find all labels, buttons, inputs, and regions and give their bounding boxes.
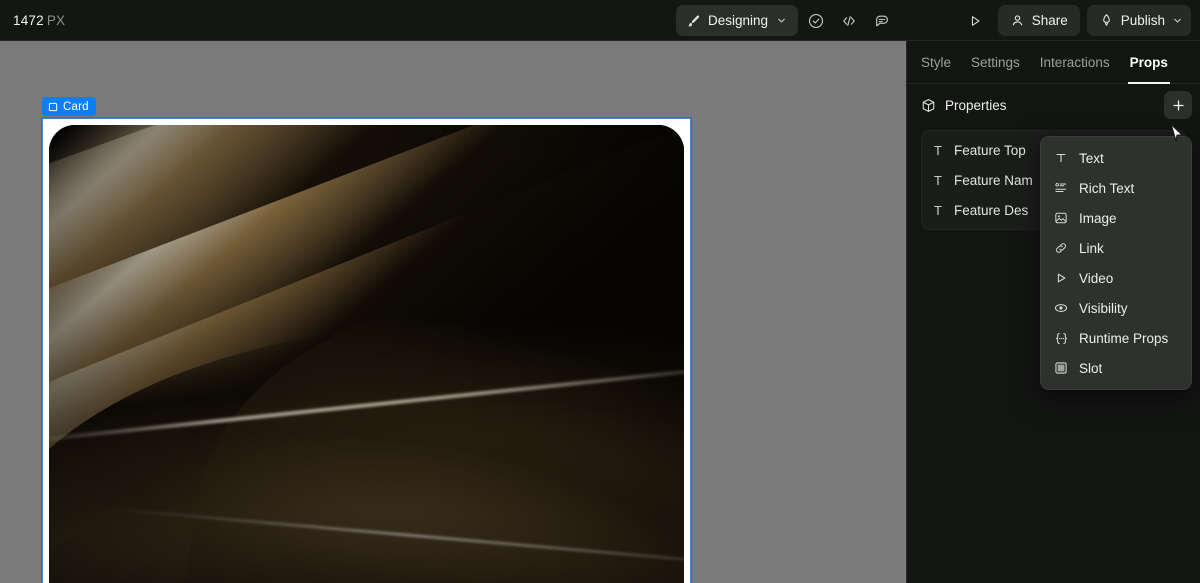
image-icon	[1053, 210, 1069, 226]
menu-item-label: Visibility	[1079, 300, 1128, 316]
menu-item-label: Runtime Props	[1079, 330, 1169, 346]
menu-item-video[interactable]: Video	[1041, 263, 1191, 293]
menu-item-text[interactable]: Text	[1041, 143, 1191, 173]
properties-title-group: Properties	[921, 98, 1007, 113]
rocket-icon	[1099, 13, 1114, 28]
design-canvas[interactable]: Card	[0, 41, 906, 583]
paintbrush-icon	[686, 14, 700, 28]
menu-item-label: Rich Text	[1079, 180, 1135, 196]
cube-icon	[921, 98, 936, 113]
eye-icon	[1053, 300, 1069, 316]
menu-item-label: Slot	[1079, 360, 1103, 376]
properties-header: Properties	[907, 84, 1200, 126]
code-brackets-icon[interactable]	[833, 5, 864, 36]
menu-item-slot[interactable]: Slot	[1041, 353, 1191, 383]
abstract-artwork	[49, 125, 684, 583]
menu-item-label: Image	[1079, 210, 1117, 226]
check-circle-icon[interactable]	[800, 5, 831, 36]
tab-style[interactable]: Style	[921, 41, 951, 84]
toolbar-center-group: Designing	[676, 5, 897, 36]
tab-props[interactable]: Props	[1127, 41, 1171, 84]
chevron-down-icon	[776, 15, 787, 26]
menu-item-label: Video	[1079, 270, 1114, 286]
publish-label: Publish	[1120, 13, 1165, 28]
text-icon: T	[934, 142, 942, 158]
text-icon	[1053, 150, 1069, 166]
mode-dropdown[interactable]: Designing	[676, 5, 799, 36]
menu-item-rich-text[interactable]: Rich Text	[1041, 173, 1191, 203]
text-icon: T	[934, 202, 942, 218]
play-icon[interactable]	[960, 5, 991, 36]
share-button[interactable]: Share	[997, 5, 1080, 36]
link-icon	[1053, 240, 1069, 256]
person-icon	[1010, 13, 1025, 28]
card-image	[49, 125, 684, 583]
menu-item-visibility[interactable]: Visibility	[1041, 293, 1191, 323]
frame-icon	[48, 102, 58, 112]
braces-icon	[1053, 330, 1069, 346]
property-label: Feature Top	[954, 142, 1026, 158]
zoom-level[interactable]: 1472 PX	[13, 13, 65, 28]
rich-text-icon	[1053, 180, 1069, 196]
zoom-value: 1472	[13, 12, 44, 28]
slot-icon	[1053, 360, 1069, 376]
properties-title: Properties	[945, 97, 1007, 113]
property-label: Feature Des	[954, 202, 1029, 218]
menu-item-label: Link	[1079, 240, 1104, 256]
plus-icon	[1171, 98, 1186, 113]
property-label: Feature Nam	[954, 172, 1033, 188]
add-property-button[interactable]	[1164, 91, 1192, 119]
toolbar-right-group: Share Publish	[960, 5, 1191, 36]
add-property-menu: Text Rich Text Image Link Video Visibili…	[1040, 136, 1192, 390]
card-element[interactable]	[41, 117, 692, 583]
selected-card-wrapper: Card	[41, 97, 692, 583]
mode-label: Designing	[708, 13, 769, 28]
panel-tabs: Style Settings Interactions Props	[907, 41, 1200, 84]
comment-icon[interactable]	[866, 5, 897, 36]
menu-item-image[interactable]: Image	[1041, 203, 1191, 233]
menu-item-link[interactable]: Link	[1041, 233, 1191, 263]
share-label: Share	[1031, 13, 1068, 28]
tab-settings[interactable]: Settings	[971, 41, 1020, 84]
menu-item-runtime-props[interactable]: Runtime Props	[1041, 323, 1191, 353]
video-icon	[1053, 270, 1069, 286]
tab-interactions[interactable]: Interactions	[1040, 41, 1110, 84]
text-icon: T	[934, 172, 942, 188]
publish-button[interactable]: Publish	[1086, 5, 1191, 36]
menu-item-label: Text	[1079, 150, 1104, 166]
selection-badge-label: Card	[63, 100, 89, 113]
chevron-down-icon	[1172, 15, 1183, 26]
zoom-unit: PX	[46, 12, 66, 28]
app-root: 1472 PX Designing Share Publish Card Sty…	[0, 0, 1200, 583]
selection-badge[interactable]: Card	[42, 97, 96, 116]
top-toolbar: 1472 PX Designing Share Publish	[0, 0, 1200, 41]
